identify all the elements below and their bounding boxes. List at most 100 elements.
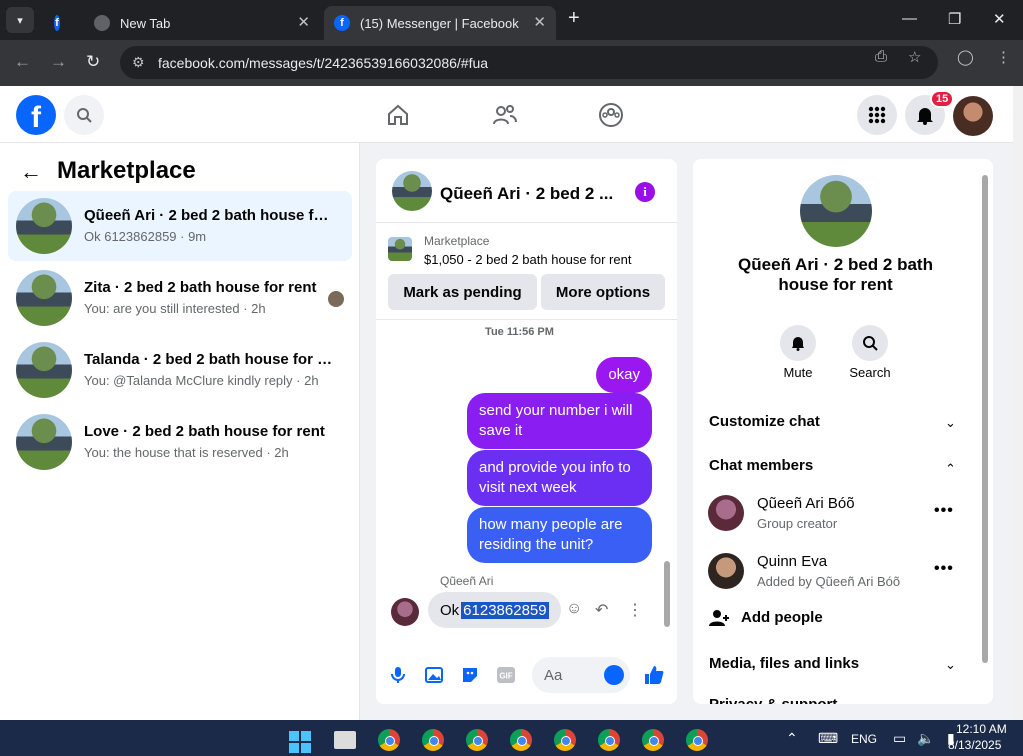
scrollbar-thumb[interactable] [664, 561, 670, 627]
chrome-app-icon[interactable] [598, 729, 620, 751]
conversation-item[interactable]: Talanda · 2 bed 2 bath house for rent Yo… [8, 335, 352, 405]
windows-start-icon[interactable] [289, 731, 311, 753]
back-icon[interactable]: ← [14, 52, 31, 72]
back-arrow-icon[interactable]: ← [20, 159, 42, 185]
conversation-preview: You: @Talanda McClure kindly reply · 2h [84, 373, 319, 388]
listing-thumbnail [16, 414, 72, 470]
sent-message[interactable]: send your number i will save it [467, 393, 652, 449]
more-actions-icon[interactable]: ⋮ [627, 600, 643, 620]
chrome-app-icon[interactable] [686, 729, 708, 751]
chat-members-section[interactable]: Chat members [709, 457, 813, 474]
clock-time[interactable]: 12:10 AM [956, 722, 1007, 736]
network-icon[interactable]: ▭ [893, 730, 906, 747]
marketplace-listing-row[interactable]: Marketplace $1,050 - 2 bed 2 bath house … [376, 223, 677, 273]
member-name[interactable]: Quinn Eva [757, 553, 827, 570]
chrome-app-icon[interactable] [422, 729, 444, 751]
gif-icon[interactable]: GIF [496, 665, 516, 685]
chrome-app-icon[interactable] [466, 729, 488, 751]
keyboard-icon[interactable]: ⌨ [818, 730, 838, 747]
groups-icon[interactable] [597, 101, 625, 129]
site-info-icon[interactable]: ⚙ [132, 54, 145, 71]
member-name[interactable]: Qũeeñ Ari Bóõ [757, 495, 855, 512]
photo-icon[interactable] [424, 665, 444, 685]
close-tab-icon[interactable]: ✕ [533, 13, 546, 31]
tab-facebook-pinned[interactable]: f [44, 6, 80, 40]
member-avatar[interactable] [708, 553, 744, 589]
message-composer: GIF Aa [376, 649, 677, 704]
task-view-icon[interactable] [334, 731, 356, 749]
account-avatar[interactable] [953, 96, 993, 136]
reload-icon[interactable]: ↻ [86, 52, 100, 72]
mark-pending-button[interactable]: Mark as pending [388, 274, 537, 310]
bookmark-star-icon[interactable]: ☆ [908, 48, 921, 66]
close-tab-icon[interactable]: ✕ [297, 13, 310, 31]
media-files-section[interactable]: Media, files and links [709, 655, 859, 672]
chrome-app-icon[interactable] [510, 729, 532, 751]
listing-thumbnail[interactable] [800, 175, 872, 247]
selected-phone-number[interactable]: 6123862859 [461, 601, 549, 619]
sender-avatar[interactable] [391, 598, 419, 626]
scrollbar-thumb[interactable] [982, 175, 988, 663]
chevron-down-icon[interactable]: ⌄ [945, 657, 956, 673]
restore-icon[interactable]: ❐ [948, 10, 961, 28]
sent-message[interactable]: how many people are residing the unit? [467, 507, 652, 563]
reply-icon[interactable]: ↶ [595, 600, 608, 620]
conversation-item[interactable]: Zita · 2 bed 2 bath house for rent You: … [8, 263, 352, 333]
conversation-item[interactable]: Love · 2 bed 2 bath house for rent You: … [8, 407, 352, 477]
sticker-icon[interactable] [460, 665, 480, 685]
close-window-icon[interactable]: ✕ [993, 10, 1006, 28]
chrome-menu-icon[interactable]: ⋮ [996, 48, 1011, 66]
profile-icon[interactable]: ◯ [957, 48, 974, 66]
tab-messenger[interactable]: f (15) Messenger | Facebook ✕ [324, 6, 556, 40]
add-person-icon[interactable] [709, 609, 729, 632]
chrome-app-icon[interactable] [378, 729, 400, 751]
member-options-icon[interactable]: ••• [934, 560, 954, 578]
thread-scrollbar[interactable] [664, 325, 672, 637]
info-icon[interactable]: i [635, 182, 655, 202]
more-options-button[interactable]: More options [541, 274, 665, 310]
listing-thumbnail[interactable] [392, 171, 432, 211]
facebook-logo-icon[interactable]: f [16, 95, 56, 135]
microphone-icon[interactable] [388, 665, 408, 685]
member-role: Group creator [757, 516, 838, 531]
search-icon[interactable] [852, 325, 888, 361]
forward-icon[interactable]: → [50, 52, 67, 72]
received-message[interactable]: Ok 6123862859 [428, 592, 561, 628]
react-icon[interactable]: ☺ [566, 600, 582, 618]
member-avatar[interactable] [708, 495, 744, 531]
volume-icon[interactable]: 🔈 [917, 730, 934, 747]
chrome-favicon-icon [94, 15, 110, 31]
mute-bell-icon[interactable] [780, 325, 816, 361]
clock-date[interactable]: 8/13/2025 [948, 738, 1001, 752]
chrome-app-icon[interactable] [642, 729, 664, 751]
new-tab-icon[interactable]: + [568, 7, 580, 30]
language-indicator[interactable]: ENG [851, 732, 877, 746]
conversation-item[interactable]: Qũeeñ Ari · 2 bed 2 bath house for rent … [8, 191, 352, 261]
tab-search-dropdown-icon[interactable]: ▾ [6, 7, 34, 33]
page-scrollbar[interactable] [1013, 86, 1023, 720]
emoji-icon[interactable] [604, 665, 624, 685]
tray-overflow-icon[interactable]: ⌃ [786, 730, 798, 747]
chevron-up-icon[interactable]: ⌃ [945, 461, 956, 477]
home-icon[interactable] [384, 101, 412, 129]
chevron-down-icon[interactable]: ⌄ [945, 415, 956, 431]
privacy-support-section[interactable]: Privacy & support [709, 696, 837, 704]
chrome-app-icon[interactable] [554, 729, 576, 751]
address-bar[interactable]: ⚙ facebook.com/messages/t/24236539166032… [120, 46, 938, 79]
add-people-button[interactable]: Add people [741, 609, 823, 626]
menu-grid-icon[interactable] [857, 95, 897, 135]
customize-chat-section[interactable]: Customize chat [709, 413, 820, 430]
sent-message[interactable]: and provide you info to visit next week [467, 450, 652, 506]
marketplace-label: Marketplace [424, 234, 490, 248]
tab-title: (15) Messenger | Facebook [360, 15, 519, 31]
member-options-icon[interactable]: ••• [934, 502, 954, 520]
friends-icon[interactable] [491, 101, 519, 129]
like-thumb-icon[interactable] [644, 665, 664, 685]
search-icon[interactable] [64, 95, 104, 135]
sent-message[interactable]: okay [596, 357, 652, 393]
tab-new-tab[interactable]: New Tab ✕ [84, 6, 320, 40]
details-scrollbar[interactable] [980, 165, 990, 700]
minimize-icon[interactable]: — [902, 10, 917, 27]
install-app-icon[interactable]: ⎙ [875, 48, 887, 65]
chat-title[interactable]: Qũeeñ Ari · 2 bed 2 ... [440, 184, 613, 204]
